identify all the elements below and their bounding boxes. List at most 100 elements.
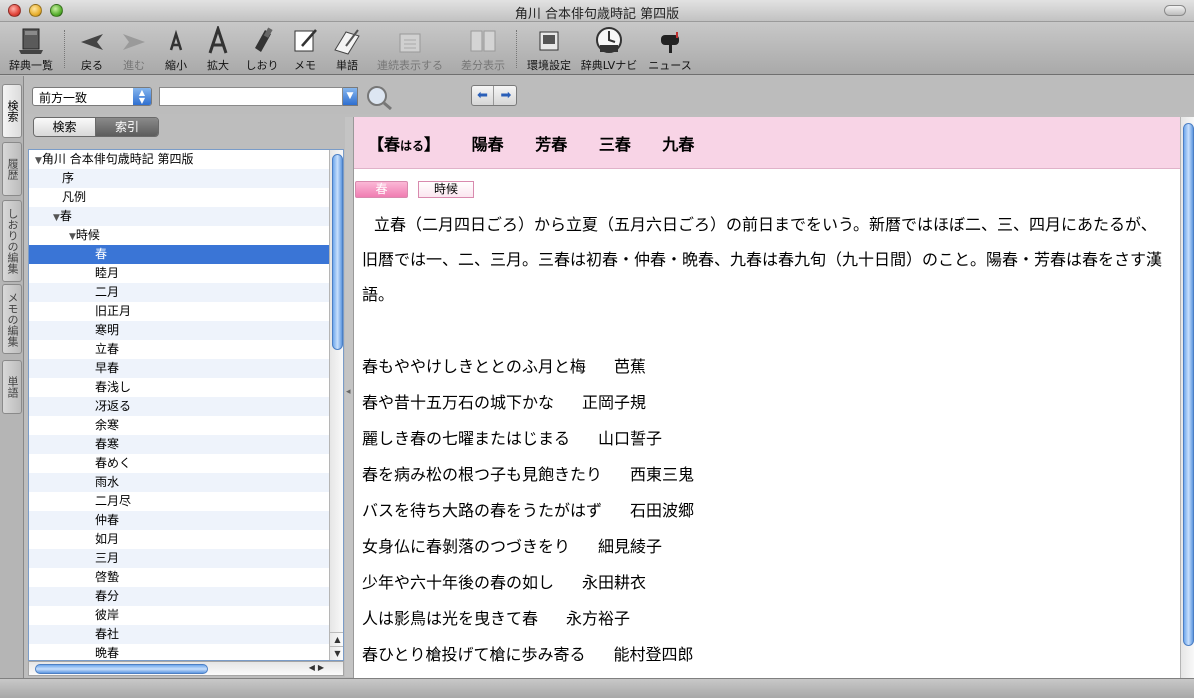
haiku-line: 春や昔十五万石の城下かな 正岡子規 [362,393,647,412]
news-button[interactable]: ニュース [646,26,694,72]
haiku-line: 少年や六十年後の春の如し 永田耕衣 [362,573,647,592]
bookmark-button[interactable]: しおり [244,26,280,72]
tree-row[interactable]: 春浅し [29,378,329,397]
tree-scroll-thumb[interactable] [332,154,343,350]
memo-icon [294,29,317,52]
content-vertical-scrollbar[interactable] [1180,117,1194,678]
segment-index[interactable]: 索引 [96,118,158,136]
entry-content: 【春はる】 陽春 芳春 三春 九春 春 時候 立春（二月四日ごろ）から立夏（五月… [353,117,1194,678]
disclosure-triangle-icon[interactable]: ▼ [53,213,60,223]
haiku-author: 山口誓子 [598,429,663,448]
pane-splitter[interactable]: ◂ [345,117,353,677]
content-scroll-thumb[interactable] [1183,123,1194,646]
font-larger-icon [208,26,228,54]
tree-row[interactable]: 序 [29,169,329,188]
headword-bracket: 】 [424,135,441,154]
view-mode-segment: 検索 索引 [33,117,159,137]
tree-row[interactable]: 春分 [29,587,329,606]
tab-bookmark-edit[interactable]: しおりの編集 [2,200,22,282]
entry-heading-band: 【春はる】 陽春 芳春 三春 九春 [354,117,1180,169]
tab-memo-edit[interactable]: メモの編集 [2,284,22,354]
toolbar: 辞典一覧 戻る 進む 縮小 拡大 しおり メモ 単語 連続表示する 差分表示 環… [0,22,1194,75]
preferences-button[interactable]: 環境設定 [526,26,572,72]
word-button[interactable]: 単語 [330,26,364,72]
tree-row[interactable]: 如月 [29,530,329,549]
haiku-line: 女身仏に春剝落のつづきをり 細見綾子 [362,537,663,556]
search-mode-select[interactable]: 前方一致 ▲ ▼ [32,87,152,106]
tab-history[interactable]: 履歴 [2,142,22,196]
tree-row[interactable]: 彼岸 [29,606,329,625]
tree-row[interactable]: 雨水 [29,473,329,492]
haiku-author: 永方裕子 [566,609,631,628]
continuous-icon [399,33,421,53]
forward-button[interactable]: 進む [118,26,150,72]
magnifier-icon[interactable] [365,84,393,110]
tree-row[interactable]: 仲春 [29,511,329,530]
tree-row[interactable]: 二月尽 [29,492,329,511]
scroll-left-right-arrows-icon[interactable]: ◀▶ [309,663,327,672]
zoom-out-button[interactable]: 縮小 [160,26,192,72]
tree-row[interactable]: 春寒 [29,435,329,454]
tree-hscroll-thumb[interactable] [35,664,208,674]
lv-navi-button[interactable]: 辞典LVナビ [580,26,638,72]
window-title: 角川 合本俳句歳時記 第四版 [514,7,680,22]
tree-row[interactable]: 凡例 [29,188,329,207]
back-button[interactable]: 戻る [76,26,108,72]
tree-row[interactable]: ▼時候 [29,226,329,245]
haiku-author: 正岡子規 [582,393,647,412]
toolbar-toggle-button[interactable] [1164,5,1186,16]
mailbox-icon [661,32,679,53]
font-smaller-icon [169,29,183,51]
tree-row-selected[interactable]: 春 [29,245,329,264]
season-tag: 春 [355,181,408,198]
tree-row[interactable]: 旧正月 [29,302,329,321]
continuous-display-button[interactable]: 連続表示する [374,26,446,72]
variant-word: 九春 [662,135,695,154]
tab-search[interactable]: 検索 [2,84,22,138]
tree-row[interactable]: 睦月 [29,264,329,283]
tree-row[interactable]: 立春 [29,340,329,359]
tab-word[interactable]: 単語 [2,360,22,414]
tree-row[interactable]: 啓蟄 [29,568,329,587]
tree-horizontal-scrollbar[interactable]: ◀▶ [28,661,344,676]
tree-row-root[interactable]: ▼角川 合本俳句歳時記 第四版 [29,150,329,169]
tree-row[interactable]: 冴返る [29,397,329,416]
tree-vertical-scrollbar[interactable]: ▲ ▼ [329,150,343,660]
tree-row[interactable]: 寒明 [29,321,329,340]
tree-row[interactable]: 早春 [29,359,329,378]
headword-reading: はる [400,139,425,153]
back-arrow-icon [81,34,103,50]
history-back-button[interactable]: ⬅ [472,86,494,105]
haiku-author: 能村登四郎 [613,645,694,664]
segment-search[interactable]: 検索 [34,118,96,136]
dictionary-list-button[interactable]: 辞典一覧 [8,26,54,72]
haiku-line: バスを待ち大路の春をうたがはず 石田波郷 [362,501,695,520]
diff-display-button[interactable]: 差分表示 [458,26,508,72]
forward-arrow-icon [123,34,145,50]
side-tab-strip: 検索 履歴 しおりの編集 メモの編集 単語 [0,76,24,680]
search-mode-value: 前方一致 [39,91,88,105]
search-input[interactable] [159,87,343,106]
history-forward-button[interactable]: ➡ [495,86,517,105]
entry-definition: 立春（二月四日ごろ）から立夏（五月六日ごろ）の前日までをいう。新暦ではほぼ二、三… [362,215,1163,304]
tree-row[interactable]: 三月 [29,549,329,568]
variant-word: 芳春 [535,135,568,154]
tree-row[interactable]: 余寒 [29,416,329,435]
haiku-line: 春もややけしきととのふ月と梅 芭蕉 [362,357,646,376]
memo-button[interactable]: メモ [288,26,322,72]
lv-navi-icon [596,27,622,53]
variant-word: 陽春 [471,135,504,154]
tree-row[interactable]: 春めく [29,454,329,473]
haiku-author: 芭蕉 [613,357,646,376]
scroll-up-arrow-icon[interactable]: ▲ [330,632,343,646]
zoom-in-button[interactable]: 拡大 [202,26,234,72]
tree-row[interactable]: ▼春 [29,207,329,226]
search-history-dropdown[interactable]: ▼ [343,87,358,106]
disclosure-triangle-icon[interactable]: ▼ [69,232,76,242]
disclosure-triangle-icon[interactable]: ▼ [35,156,42,166]
scroll-down-arrow-icon[interactable]: ▼ [330,646,343,660]
tree-row[interactable]: 晩春 [29,644,329,660]
variant-word: 三春 [598,135,631,154]
tree-row[interactable]: 春社 [29,625,329,644]
tree-row[interactable]: 二月 [29,283,329,302]
